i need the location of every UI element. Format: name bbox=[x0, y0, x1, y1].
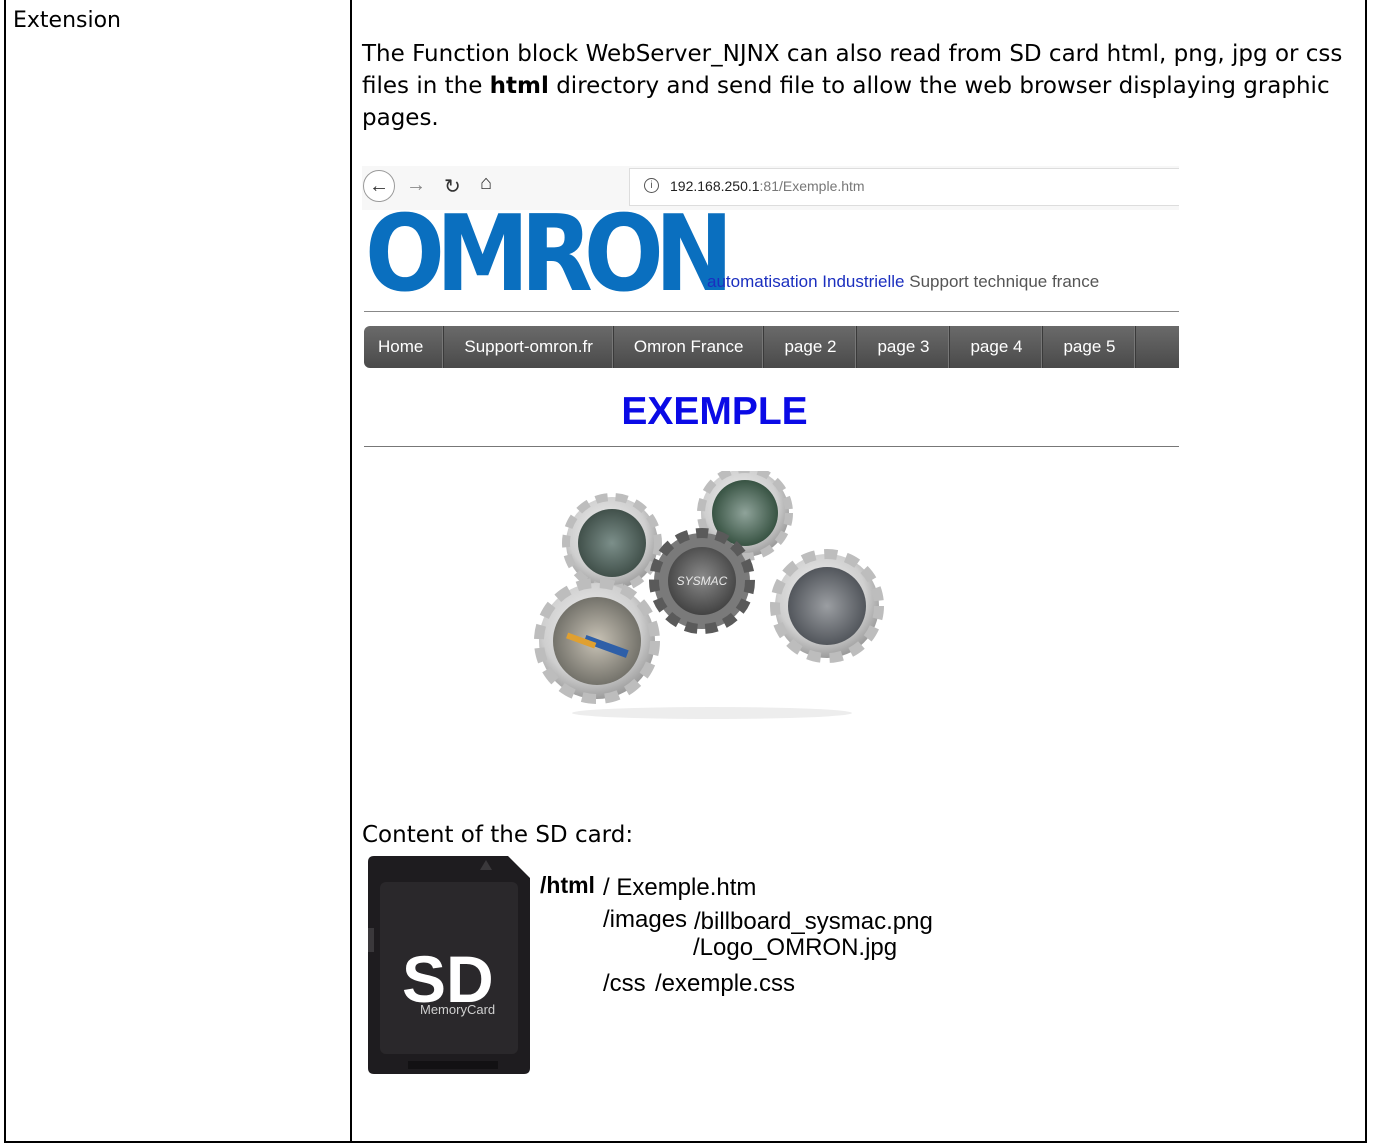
browser-screenshot: ← → ↻ ⌂ i 192.168.250.1:81/Exemple.htm O… bbox=[362, 166, 1179, 726]
tree-html-dir: /html bbox=[540, 872, 595, 898]
tree-html-file: / Exemple.htm bbox=[603, 874, 757, 901]
gear-center: SYSMAC bbox=[649, 528, 755, 634]
sd-card-label: MemoryCard bbox=[420, 1002, 495, 1017]
column-divider bbox=[350, 0, 352, 1141]
menu-item-support: Support-omron.fr bbox=[444, 326, 614, 368]
row-description: The Function block WebServer_NJNX can al… bbox=[362, 38, 1352, 134]
menu-item-page-3: page 3 bbox=[857, 326, 951, 368]
menu-item-home: Home bbox=[364, 326, 445, 368]
tagline-sub: Support technique france bbox=[904, 272, 1100, 291]
sysmac-badge: SYSMAC bbox=[677, 574, 728, 588]
site-tagline: automatisation Industrielle Support tech… bbox=[707, 272, 1099, 292]
heading-divider bbox=[364, 446, 1179, 447]
menu-item-page-4: page 4 bbox=[950, 326, 1044, 368]
gear-top-left bbox=[562, 493, 662, 593]
url-host: 192.168.250.1 bbox=[670, 178, 760, 194]
site-menu: Home Support-omron.fr Omron France page … bbox=[364, 326, 1179, 368]
home-icon: ⌂ bbox=[480, 172, 493, 194]
menu-item-page-2: page 2 bbox=[764, 326, 858, 368]
description-bold: html bbox=[489, 73, 549, 99]
tree-css-dir: /css bbox=[603, 970, 646, 997]
menu-item-page-5: page 5 bbox=[1043, 326, 1137, 368]
info-icon: i bbox=[644, 178, 659, 193]
gear-bottom-left bbox=[534, 578, 660, 704]
tree-images-dir: /images bbox=[603, 906, 688, 933]
page-heading: EXEMPLE bbox=[621, 390, 808, 433]
header-divider bbox=[364, 311, 1179, 312]
sysmac-gears-image: SYSMAC bbox=[534, 471, 884, 719]
url-text: 192.168.250.1:81/Exemple.htm bbox=[670, 178, 865, 194]
gear-bottom-right bbox=[770, 549, 884, 663]
tagline-main: automatisation Industrielle bbox=[707, 272, 905, 291]
sd-card-image: SD MemoryCard bbox=[368, 856, 530, 1074]
row-label: Extension bbox=[13, 8, 122, 33]
tree-images-file-2: /Logo_OMRON.jpg bbox=[693, 934, 898, 961]
sd-caption: Content of the SD card: bbox=[362, 822, 634, 848]
url-path: :81/Exemple.htm bbox=[759, 178, 865, 194]
tree-css-file: /exemple.css bbox=[655, 970, 796, 997]
omron-logo: OMRON bbox=[365, 193, 733, 316]
gears-shadow bbox=[572, 707, 852, 719]
tree-images-file-1: /billboard_sysmac.png bbox=[694, 908, 933, 935]
menu-item-omron-france: Omron France bbox=[614, 326, 765, 368]
